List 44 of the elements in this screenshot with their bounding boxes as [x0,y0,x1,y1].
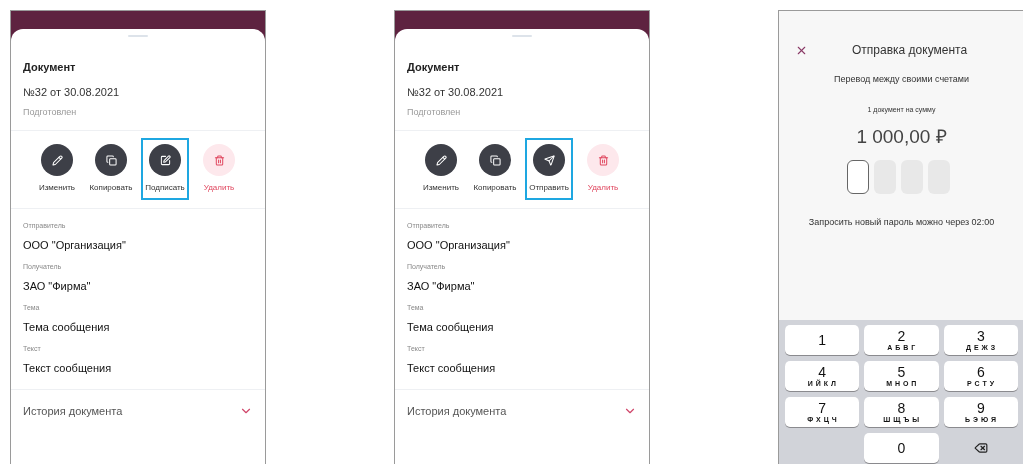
field-value: Текст сообщения [407,361,497,376]
action-button[interactable]: Удалить [579,138,627,200]
trash-icon [597,154,609,166]
document-title: Документ [407,60,461,75]
copy-icon [105,154,117,166]
document-title: Документ [23,60,77,75]
transfer-subtitle: Перевод между своими счетами [833,73,970,86]
history-label: История документа [407,403,507,419]
document-number: №32 от 30.08.2021 [23,84,121,100]
drag-handle[interactable] [512,35,532,37]
history-row[interactable]: История документа [11,388,265,433]
document-status: Подготовлен [407,106,462,119]
trash-icon [213,154,225,166]
action-button[interactable]: Изменить [33,138,81,200]
field-value: Текст сообщения [23,361,113,376]
field-value: ЗАО "Фирма" [23,279,92,294]
field-value: Тема сообщения [407,320,495,335]
keypad-key[interactable]: 0 [864,433,939,463]
history-row[interactable]: История документа [395,388,649,433]
action-button[interactable]: Копировать [471,138,519,200]
field-value: ООО "Организация" [23,238,127,253]
pencil-icon [435,154,447,166]
copy-icon [489,154,501,166]
resend-hint: Запросить новый пароль можно через 02:00 [808,215,995,229]
action-button[interactable]: Удалить [195,138,243,200]
field-value: ЗАО "Фирма" [407,279,476,294]
history-label: История документа [23,403,123,419]
action-button[interactable]: Копировать [87,138,135,200]
action-button[interactable]: Отправить [525,138,573,200]
field-value: Тема сообщения [23,320,111,335]
document-status: Подготовлен [23,106,78,119]
pencil-icon [51,154,63,166]
backspace-icon [973,441,988,455]
document-number: №32 от 30.08.2021 [407,84,505,100]
paper-plane-icon [543,154,555,166]
action-button[interactable]: Изменить [417,138,465,200]
screen-title: Отправка документа [852,42,968,59]
keypad-key[interactable]: 1 [785,325,860,355]
field-value: ООО "Организация" [407,238,511,253]
edit-square-icon [159,154,171,166]
pin-digit-field[interactable] [847,159,869,194]
action-button[interactable]: Подписать [141,138,189,200]
amount: 1 000,00 ₽ [856,125,947,149]
drag-handle[interactable] [128,35,148,37]
